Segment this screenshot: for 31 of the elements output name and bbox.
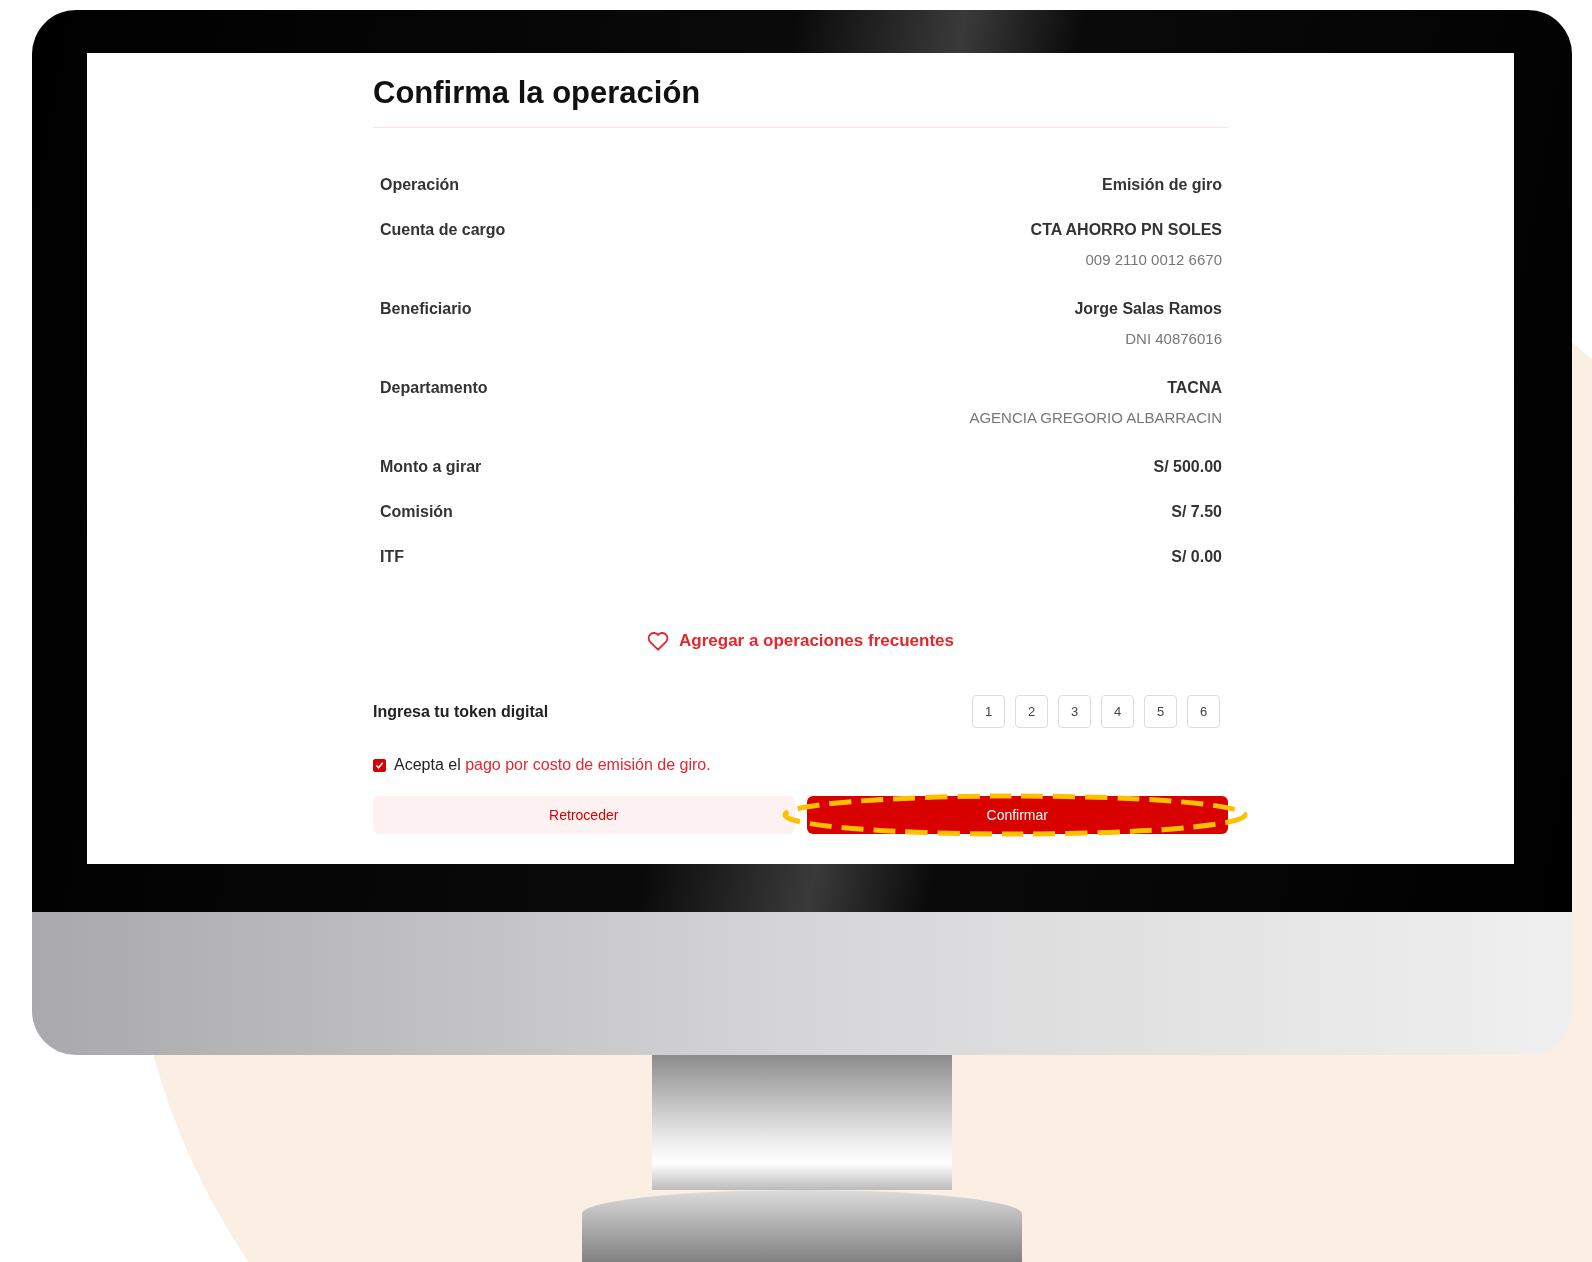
terms-link[interactable]: pago por costo de emisión de giro. (465, 756, 711, 773)
detail-value: S/ 7.50 (1171, 503, 1222, 521)
token-digit-field[interactable]: 1 (972, 695, 1005, 728)
detail-label: Operación (380, 176, 460, 194)
token-digit-field[interactable]: 4 (1101, 695, 1134, 728)
token-digit-field[interactable]: 2 (1015, 695, 1048, 728)
detail-value: CTA AHORRO PN SOLES (1030, 221, 1222, 239)
token-digit-field[interactable]: 6 (1187, 695, 1220, 728)
detail-subvalue: 009 2110 0012 6670 (1085, 251, 1222, 270)
detail-value: S/ 500.00 (1153, 458, 1222, 476)
detail-label: Beneficiario (380, 300, 472, 318)
detail-value: TACNA (1167, 379, 1222, 397)
detail-label: Departamento (380, 379, 488, 397)
terms-text: Acepta el pago por costo de emisión de giro. (394, 756, 711, 774)
detail-subvalue: AGENCIA GREGORIO ALBARRACIN (969, 409, 1222, 428)
detail-label: ITF (380, 548, 404, 566)
token-label: Ingresa tu token digital (373, 702, 549, 721)
back-button[interactable]: Retroceder (373, 796, 795, 834)
detail-subvalue: DNI 40876016 (1125, 330, 1222, 349)
detail-label: Monto a girar (380, 458, 482, 476)
detail-label: Comisión (380, 503, 453, 521)
heart-icon (647, 631, 669, 651)
detail-value: Jorge Salas Ramos (1074, 300, 1222, 318)
detail-label: Cuenta de cargo (380, 221, 506, 239)
detail-value: S/ 0.00 (1171, 548, 1222, 566)
page-title: Confirma la operación (373, 75, 1228, 128)
add-favorite-link[interactable]: Agregar a operaciones frecuentes (647, 631, 954, 651)
token-digit-field[interactable]: 3 (1058, 695, 1091, 728)
terms-checkbox[interactable] (373, 758, 386, 772)
detail-value: Emisión de giro (1102, 176, 1222, 194)
token-digit-field[interactable]: 5 (1144, 695, 1177, 728)
